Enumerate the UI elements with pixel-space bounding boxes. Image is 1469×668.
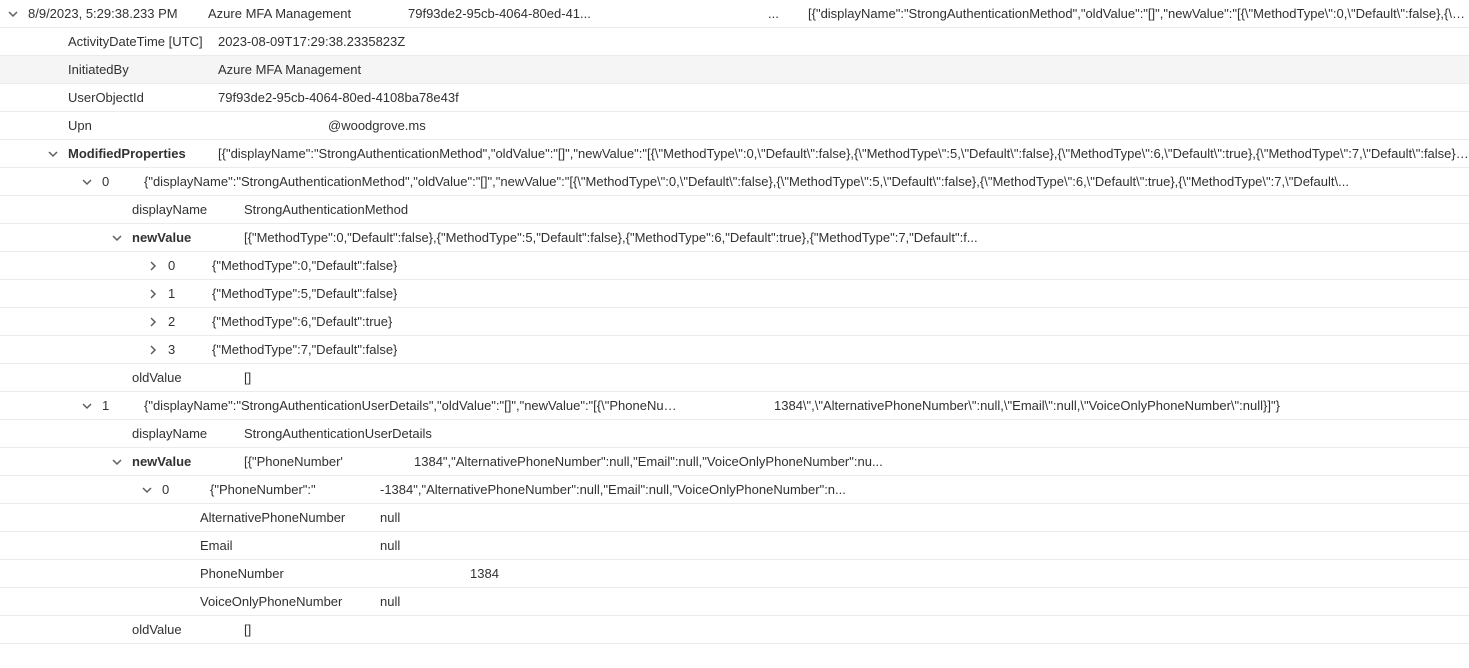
field-upn: Upn @woodgrove.ms (0, 112, 1469, 140)
mp1-email: Email null (0, 532, 1469, 560)
label-mp1-phone: PhoneNumber (200, 566, 380, 581)
mp1-voice: VoiceOnlyPhoneNumber null (0, 588, 1469, 616)
value-mp1-newvalue-right: 1384","AlternativePhoneNumber":null,"Ema… (414, 454, 883, 469)
label-mp1-email: Email (200, 538, 380, 553)
value-modifiedproperties: [{"displayName":"StrongAuthenticationMet… (218, 146, 1469, 161)
mp1-newvalue[interactable]: newValue [{"PhoneNumber' 1384","Alternat… (0, 448, 1469, 476)
label-modifiedproperties: ModifiedProperties (68, 146, 218, 161)
chevron-down-icon[interactable] (46, 149, 60, 159)
chevron-right-icon[interactable] (146, 345, 160, 355)
mp0-nv-0-idx: 0 (168, 258, 212, 273)
field-userobjectid: UserObjectId 79f93de2-95cb-4064-80ed-410… (0, 84, 1469, 112)
value-initiatedby: Azure MFA Management (218, 62, 361, 77)
header-json: [{"displayName":"StrongAuthenticationMet… (808, 6, 1469, 21)
chevron-down-icon[interactable] (80, 177, 94, 187)
header-service: Azure MFA Management (208, 6, 408, 21)
chevron-right-icon[interactable] (146, 261, 160, 271)
mp1-nv-0[interactable]: 0 {"PhoneNumber":" -1384","AlternativePh… (0, 476, 1469, 504)
label-mp1-oldvalue: oldValue (132, 622, 244, 637)
chevron-down-icon[interactable] (110, 457, 124, 467)
mp0-nv-3-idx: 3 (168, 342, 212, 357)
mp-item-1-summary-left: {"displayName":"StrongAuthenticationUser… (144, 398, 684, 413)
mp0-nv-1-val: {"MethodType":5,"Default":false} (212, 286, 397, 301)
label-mp0-newvalue: newValue (132, 230, 244, 245)
header-objectid: 79f93de2-95cb-4064-80ed-41... (408, 6, 768, 21)
header-ellipsis: ... (768, 6, 808, 21)
field-initiatedby: InitiatedBy Azure MFA Management (0, 56, 1469, 84)
mp0-nv-0-val: {"MethodType":0,"Default":false} (212, 258, 397, 273)
mp-item-0[interactable]: 0 {"displayName":"StrongAuthenticationMe… (0, 168, 1469, 196)
chevron-down-icon[interactable] (140, 485, 154, 495)
mp0-displayname: displayName StrongAuthenticationMethod (0, 196, 1469, 224)
mp0-nv-3[interactable]: 3 {"MethodType":7,"Default":false} (0, 336, 1469, 364)
mp0-nv-2[interactable]: 2 {"MethodType":6,"Default":true} (0, 308, 1469, 336)
mp-item-0-summary: {"displayName":"StrongAuthenticationMeth… (144, 174, 1469, 189)
mp1-nv-0-idx: 0 (162, 482, 210, 497)
value-mp1-displayname: StrongAuthenticationUserDetails (244, 426, 432, 441)
label-mp0-displayname: displayName (132, 202, 244, 217)
value-mp1-voice: null (380, 594, 400, 609)
label-mp1-displayname: displayName (132, 426, 244, 441)
mp0-newvalue[interactable]: newValue [{"MethodType":0,"Default":fals… (0, 224, 1469, 252)
chevron-down-icon[interactable] (6, 9, 20, 19)
mp0-nv-3-val: {"MethodType":7,"Default":false} (212, 342, 397, 357)
value-upn: @woodgrove.ms (218, 118, 426, 133)
mp1-nv-0-left: {"PhoneNumber":" (210, 482, 380, 497)
mp0-oldvalue: oldValue [] (0, 364, 1469, 392)
label-mp1-newvalue: newValue (132, 454, 244, 469)
label-mp0-oldvalue: oldValue (132, 370, 244, 385)
value-mp0-displayname: StrongAuthenticationMethod (244, 202, 408, 217)
mp1-displayname: displayName StrongAuthenticationUserDeta… (0, 420, 1469, 448)
mp-item-1-index: 1 (102, 398, 144, 413)
label-mp1-voice: VoiceOnlyPhoneNumber (200, 594, 380, 609)
mp1-oldvalue: oldValue [] (0, 616, 1469, 644)
mp-item-1-summary-right: 1384\",\"AlternativePhoneNumber\":null,\… (774, 398, 1469, 413)
field-activitydatetime: ActivityDateTime [UTC] 2023-08-09T17:29:… (0, 28, 1469, 56)
field-modifiedproperties[interactable]: ModifiedProperties [{"displayName":"Stro… (0, 140, 1469, 168)
chevron-down-icon[interactable] (80, 401, 94, 411)
value-activitydatetime: 2023-08-09T17:29:38.2335823Z (218, 34, 405, 49)
log-header-row[interactable]: 8/9/2023, 5:29:38.233 PM Azure MFA Manag… (0, 0, 1469, 28)
value-mp0-oldvalue: [] (244, 370, 251, 385)
value-mp0-newvalue: [{"MethodType":0,"Default":false},{"Meth… (244, 230, 1469, 245)
mp1-phone: PhoneNumber 1384 (0, 560, 1469, 588)
mp1-altphone: AlternativePhoneNumber null (0, 504, 1469, 532)
header-timestamp: 8/9/2023, 5:29:38.233 PM (28, 6, 208, 21)
mp0-nv-2-idx: 2 (168, 314, 212, 329)
mp0-nv-1-idx: 1 (168, 286, 212, 301)
label-activitydatetime: ActivityDateTime [UTC] (68, 34, 218, 49)
chevron-right-icon[interactable] (146, 289, 160, 299)
mp-item-0-index: 0 (102, 174, 144, 189)
chevron-right-icon[interactable] (146, 317, 160, 327)
label-initiatedby: InitiatedBy (68, 62, 218, 77)
mp0-nv-2-val: {"MethodType":6,"Default":true} (212, 314, 392, 329)
mp1-nv-0-right: -1384","AlternativePhoneNumber":null,"Em… (380, 482, 846, 497)
chevron-down-icon[interactable] (110, 233, 124, 243)
mp0-nv-1[interactable]: 1 {"MethodType":5,"Default":false} (0, 280, 1469, 308)
mp-item-1[interactable]: 1 {"displayName":"StrongAuthenticationUs… (0, 392, 1469, 420)
label-userobjectid: UserObjectId (68, 90, 218, 105)
value-mp1-oldvalue: [] (244, 622, 251, 637)
label-mp1-altphone: AlternativePhoneNumber (200, 510, 380, 525)
value-mp1-phone: 1384 (380, 566, 499, 581)
value-mp1-email: null (380, 538, 400, 553)
value-mp1-newvalue-left: [{"PhoneNumber' (244, 454, 414, 469)
value-userobjectid: 79f93de2-95cb-4064-80ed-4108ba78e43f (218, 90, 459, 105)
mp0-nv-0[interactable]: 0 {"MethodType":0,"Default":false} (0, 252, 1469, 280)
label-upn: Upn (68, 118, 218, 133)
value-mp1-altphone: null (380, 510, 400, 525)
